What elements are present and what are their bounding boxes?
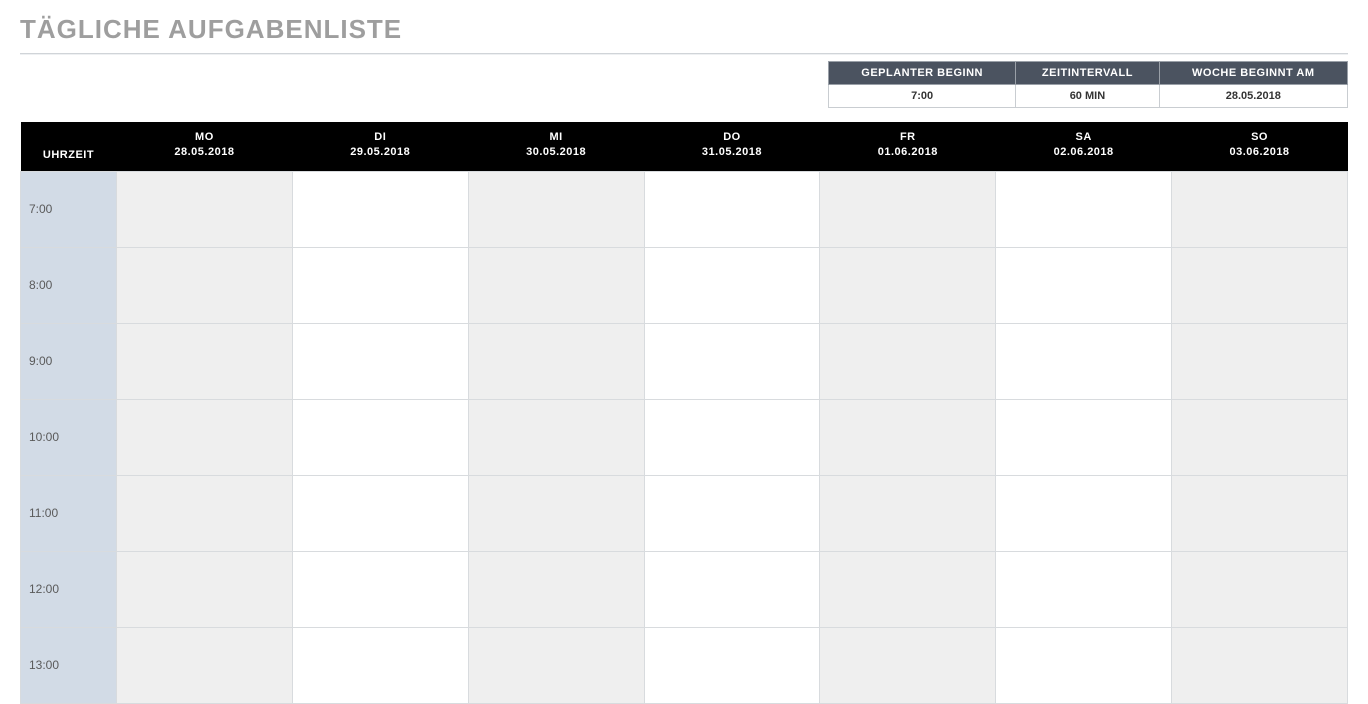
day-abbr: FR [824, 130, 992, 145]
task-cell[interactable] [820, 475, 996, 551]
time-cell: 11:00 [21, 475, 117, 551]
page-title: TÄGLICHE AUFGABENLISTE [20, 14, 1348, 45]
day-abbr: SA [1000, 130, 1168, 145]
task-cell[interactable] [820, 551, 996, 627]
day-header: DO 31.05.2018 [644, 122, 820, 171]
task-cell[interactable] [468, 475, 644, 551]
task-cell[interactable] [117, 247, 293, 323]
task-cell[interactable] [820, 323, 996, 399]
task-cell[interactable] [117, 475, 293, 551]
task-cell[interactable] [644, 247, 820, 323]
settings-header-start: GEPLANTER BEGINN [829, 62, 1016, 85]
task-cell[interactable] [468, 399, 644, 475]
schedule-row: 12:00 [21, 551, 1348, 627]
day-abbr: DO [648, 130, 816, 145]
task-cell[interactable] [644, 475, 820, 551]
schedule-row: 8:00 [21, 247, 1348, 323]
task-cell[interactable] [468, 247, 644, 323]
task-cell[interactable] [1172, 475, 1348, 551]
task-cell[interactable] [468, 551, 644, 627]
task-cell[interactable] [1172, 551, 1348, 627]
task-cell[interactable] [468, 627, 644, 703]
day-header: MO 28.05.2018 [117, 122, 293, 171]
task-cell[interactable] [644, 627, 820, 703]
title-divider [20, 53, 1348, 55]
task-cell[interactable] [1172, 323, 1348, 399]
settings-value-weekstart[interactable]: 28.05.2018 [1159, 85, 1347, 108]
day-header: SO 03.06.2018 [1172, 122, 1348, 171]
day-date: 03.06.2018 [1176, 145, 1344, 160]
task-cell[interactable] [292, 627, 468, 703]
schedule-row: 10:00 [21, 399, 1348, 475]
task-cell[interactable] [996, 171, 1172, 247]
task-cell[interactable] [996, 323, 1172, 399]
day-abbr: SO [1176, 130, 1344, 145]
task-cell[interactable] [820, 247, 996, 323]
task-cell[interactable] [996, 247, 1172, 323]
task-cell[interactable] [468, 171, 644, 247]
day-date: 28.05.2018 [121, 145, 289, 160]
task-cell[interactable] [1172, 627, 1348, 703]
day-date: 30.05.2018 [472, 145, 640, 160]
day-date: 31.05.2018 [648, 145, 816, 160]
task-cell[interactable] [292, 551, 468, 627]
task-cell[interactable] [117, 323, 293, 399]
schedule-row: 9:00 [21, 323, 1348, 399]
time-header: UHRZEIT [21, 122, 117, 171]
day-date: 01.06.2018 [824, 145, 992, 160]
day-header: MI 30.05.2018 [468, 122, 644, 171]
task-cell[interactable] [1172, 399, 1348, 475]
task-cell[interactable] [644, 171, 820, 247]
time-cell: 9:00 [21, 323, 117, 399]
task-cell[interactable] [117, 399, 293, 475]
schedule-table: UHRZEIT MO 28.05.2018 DI 29.05.2018 MI 3… [20, 122, 1348, 704]
task-cell[interactable] [644, 323, 820, 399]
time-cell: 7:00 [21, 171, 117, 247]
day-header: SA 02.06.2018 [996, 122, 1172, 171]
time-cell: 12:00 [21, 551, 117, 627]
task-cell[interactable] [996, 551, 1172, 627]
day-abbr: MO [121, 130, 289, 145]
settings-value-start[interactable]: 7:00 [829, 85, 1016, 108]
task-cell[interactable] [117, 551, 293, 627]
task-cell[interactable] [996, 475, 1172, 551]
task-cell[interactable] [820, 399, 996, 475]
day-header: DI 29.05.2018 [292, 122, 468, 171]
settings-header-weekstart: WOCHE BEGINNT AM [1159, 62, 1347, 85]
task-cell[interactable] [1172, 171, 1348, 247]
day-date: 29.05.2018 [296, 145, 464, 160]
task-cell[interactable] [644, 399, 820, 475]
schedule-body: 7:00 8:00 [21, 171, 1348, 703]
task-cell[interactable] [117, 171, 293, 247]
settings-table: GEPLANTER BEGINN ZEITINTERVALL WOCHE BEG… [828, 61, 1348, 108]
task-cell[interactable] [117, 627, 293, 703]
day-abbr: DI [296, 130, 464, 145]
day-abbr: MI [472, 130, 640, 145]
day-date: 02.06.2018 [1000, 145, 1168, 160]
time-cell: 13:00 [21, 627, 117, 703]
task-cell[interactable] [820, 171, 996, 247]
task-cell[interactable] [292, 475, 468, 551]
schedule-row: 11:00 [21, 475, 1348, 551]
task-cell[interactable] [292, 171, 468, 247]
task-cell[interactable] [996, 399, 1172, 475]
task-cell[interactable] [644, 551, 820, 627]
time-cell: 10:00 [21, 399, 117, 475]
task-cell[interactable] [468, 323, 644, 399]
time-cell: 8:00 [21, 247, 117, 323]
task-cell[interactable] [820, 627, 996, 703]
schedule-row: 7:00 [21, 171, 1348, 247]
task-cell[interactable] [292, 399, 468, 475]
schedule-header-row: UHRZEIT MO 28.05.2018 DI 29.05.2018 MI 3… [21, 122, 1348, 171]
settings-header-interval: ZEITINTERVALL [1016, 62, 1159, 85]
task-cell[interactable] [292, 247, 468, 323]
task-cell[interactable] [1172, 247, 1348, 323]
schedule-row: 13:00 [21, 627, 1348, 703]
day-header: FR 01.06.2018 [820, 122, 996, 171]
task-cell[interactable] [996, 627, 1172, 703]
task-cell[interactable] [292, 323, 468, 399]
settings-value-interval[interactable]: 60 MIN [1016, 85, 1159, 108]
